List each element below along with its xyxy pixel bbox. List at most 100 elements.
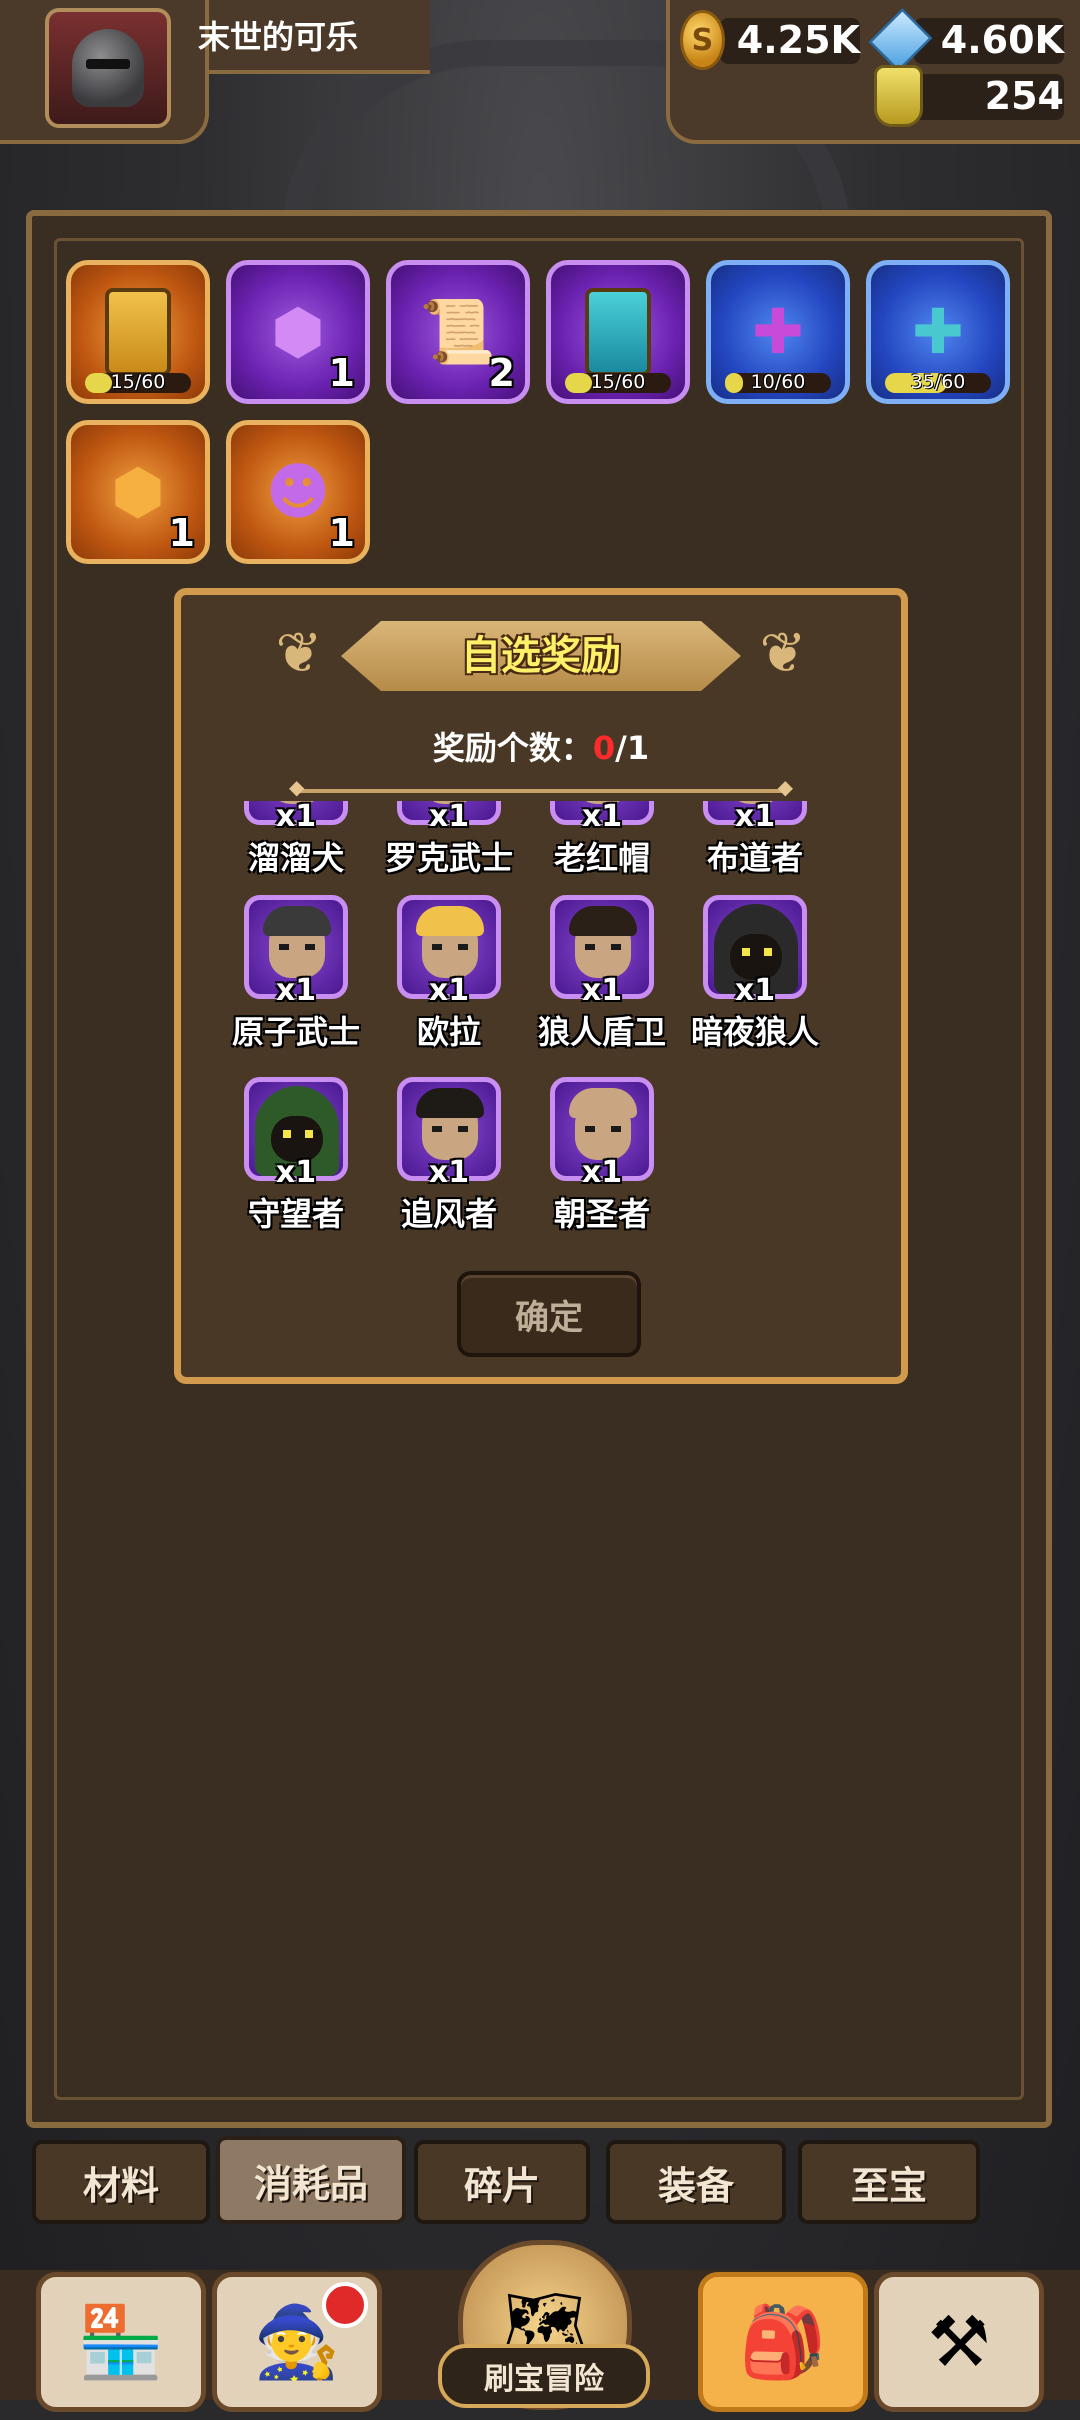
item-count: 1 bbox=[328, 511, 355, 555]
hero-quantity: x1 bbox=[428, 973, 470, 1008]
hero-name: 追风者 bbox=[400, 1195, 497, 1233]
hero-quantity: x1 bbox=[581, 973, 623, 1008]
hero-quantity: x1 bbox=[275, 1155, 317, 1190]
hero-name: 溜溜犬 bbox=[247, 839, 344, 877]
tab-4[interactable]: 装备 bbox=[606, 2140, 786, 2224]
progress-text: 15/60 bbox=[110, 371, 166, 393]
hair bbox=[569, 906, 637, 936]
shop-icon: 🏪 bbox=[77, 2300, 165, 2383]
hero-reward-option[interactable]: x1 欧拉 bbox=[374, 895, 524, 1065]
backpack-icon: 🎒 bbox=[739, 2300, 827, 2383]
nav-adventure-button[interactable]: 🗺 刷宝冒险 bbox=[388, 2240, 692, 2420]
inventory-slot-gold-card[interactable]: 15/60 bbox=[66, 260, 210, 404]
hero-reward-option[interactable]: x1 朝圣者 bbox=[527, 1077, 677, 1247]
tab-5[interactable]: 至宝 bbox=[798, 2140, 980, 2224]
hero-reward-option[interactable]: x1 追风者 bbox=[374, 1077, 524, 1247]
cube-icon: ⬢ bbox=[110, 455, 166, 528]
potion-counter[interactable]: 254 bbox=[874, 65, 1064, 127]
scroll-icon: 📜 bbox=[419, 295, 497, 368]
hero-reward-option[interactable]: x1 罗克武士 bbox=[374, 801, 524, 891]
reward-count-label: 奖励个数： bbox=[432, 729, 593, 767]
hero-reward-option[interactable]: x1 暗夜狼人 bbox=[680, 895, 830, 1065]
gem-counter[interactable]: 4.60K bbox=[868, 8, 1064, 72]
inventory-slot-map-scroll[interactable]: 📜 2 bbox=[386, 260, 530, 404]
dialog-title: 自选奖励 bbox=[461, 633, 621, 679]
inventory-slot-purple-puzzle[interactable]: ✚ 10/60 bbox=[706, 260, 850, 404]
puzzle-icon: ✚ bbox=[912, 295, 964, 368]
coin-icon: S bbox=[680, 10, 725, 70]
hero-quantity: x1 bbox=[581, 801, 623, 834]
hammer-icon: ⚒ bbox=[927, 2301, 991, 2383]
hero-reward-option[interactable]: x1 老红帽 bbox=[527, 801, 677, 891]
fragment-progress-bar: 15/60 bbox=[85, 371, 191, 393]
player-avatar[interactable] bbox=[45, 8, 171, 128]
hero-name: 罗克武士 bbox=[384, 839, 513, 877]
tab-3[interactable]: 碎片 bbox=[414, 2140, 590, 2224]
hero-reward-option[interactable]: x1 溜溜犬 bbox=[221, 801, 371, 891]
knight-helmet-icon bbox=[72, 29, 144, 107]
hero-name: 老红帽 bbox=[553, 839, 650, 877]
ornament-left-icon: ❦ bbox=[275, 621, 323, 686]
select-reward-dialog: ❦ ❦ 自选奖励 奖励个数：0/1 x1溜溜犬x1罗克武士x1老红帽x1布道者x… bbox=[174, 588, 908, 1384]
eyes bbox=[742, 948, 772, 956]
eyes bbox=[432, 944, 468, 950]
hero-quantity: x1 bbox=[428, 1155, 470, 1190]
eyes bbox=[585, 1126, 621, 1132]
hero-name: 朝圣者 bbox=[553, 1195, 650, 1233]
eyes bbox=[432, 1126, 468, 1132]
cube-icon: ⬢ bbox=[270, 295, 326, 368]
hero-name: 欧拉 bbox=[416, 1013, 481, 1051]
fragment-progress-bar: 35/60 bbox=[885, 371, 991, 393]
inventory-slot-teal-puzzle[interactable]: ✚ 35/60 bbox=[866, 260, 1010, 404]
hero-name: 守望者 bbox=[247, 1195, 344, 1233]
inventory-slot-gingerbread[interactable]: ☻ 1 bbox=[226, 420, 370, 564]
hero-reward-option[interactable]: x1 狼人盾卫 bbox=[527, 895, 677, 1065]
inventory-slot-purple-cube[interactable]: ⬢ 1 bbox=[226, 260, 370, 404]
hero-name: 狼人盾卫 bbox=[537, 1013, 666, 1051]
confirm-button[interactable]: 确定 bbox=[457, 1271, 641, 1357]
tab-2[interactable]: 消耗品 bbox=[216, 2136, 406, 2224]
inventory-slot-teal-card[interactable]: 15/60 bbox=[546, 260, 690, 404]
coin-value: 4.25K bbox=[736, 18, 860, 62]
hero-quantity: x1 bbox=[734, 973, 776, 1008]
progress-text: 35/60 bbox=[910, 371, 966, 393]
hero-name: 暗夜狼人 bbox=[690, 1013, 819, 1051]
nav-forge-button[interactable]: ⚒ bbox=[874, 2272, 1044, 2412]
reward-count-current: 0 bbox=[592, 729, 616, 767]
item-count: 1 bbox=[328, 351, 355, 395]
eyes bbox=[279, 944, 315, 950]
inventory-slot-orange-cube[interactable]: ⬢ 1 bbox=[66, 420, 210, 564]
hero-reward-option[interactable]: x1 守望者 bbox=[221, 1077, 371, 1247]
potion-icon bbox=[874, 65, 923, 127]
card-icon bbox=[585, 288, 651, 376]
nav-backpack-button[interactable]: 🎒 bbox=[698, 2272, 868, 2412]
tab-1[interactable]: 材料 bbox=[32, 2140, 210, 2224]
coin-counter[interactable]: S 4.25K bbox=[680, 10, 860, 70]
reward-count-total: /1 bbox=[615, 729, 650, 767]
hero-quantity: x1 bbox=[275, 801, 317, 834]
hero-reward-option[interactable]: x1 布道者 bbox=[680, 801, 830, 891]
hair bbox=[416, 1088, 484, 1118]
hair bbox=[569, 1088, 637, 1118]
puzzle-icon: ✚ bbox=[752, 295, 804, 368]
hero-quantity: x1 bbox=[428, 801, 470, 834]
hero-reward-option[interactable]: x1 原子武士 bbox=[221, 895, 371, 1065]
hero-quantity: x1 bbox=[275, 973, 317, 1008]
item-count: 2 bbox=[488, 351, 515, 395]
hero-name: 布道者 bbox=[706, 839, 803, 877]
progress-text: 10/60 bbox=[750, 371, 806, 393]
ornament-right-icon: ❦ bbox=[759, 621, 807, 686]
top-bar: 末世的可乐 S 4.25K 4.60K 254 bbox=[0, 0, 1080, 144]
fragment-progress-bar: 15/60 bbox=[565, 371, 671, 393]
notification-dot bbox=[322, 2282, 368, 2328]
progress-text: 15/60 bbox=[590, 371, 646, 393]
hero-reward-grid[interactable]: x1 溜溜犬 x1 罗克武士 x1 老红帽 x1 布道者 x1 原子武士 x1 欧拉 x1 狼人盾卫 x1 暗… bbox=[221, 801, 861, 1271]
reward-count: 奖励个数：0/1 bbox=[181, 723, 901, 769]
nav-adventure-label: 刷宝冒险 bbox=[438, 2344, 650, 2408]
divider bbox=[289, 775, 793, 799]
hero-quantity: x1 bbox=[581, 1155, 623, 1190]
eyes bbox=[283, 1130, 313, 1138]
hero-quantity: x1 bbox=[734, 801, 776, 834]
card-icon bbox=[105, 288, 171, 376]
nav-shop-button[interactable]: 🏪 bbox=[36, 2272, 206, 2412]
